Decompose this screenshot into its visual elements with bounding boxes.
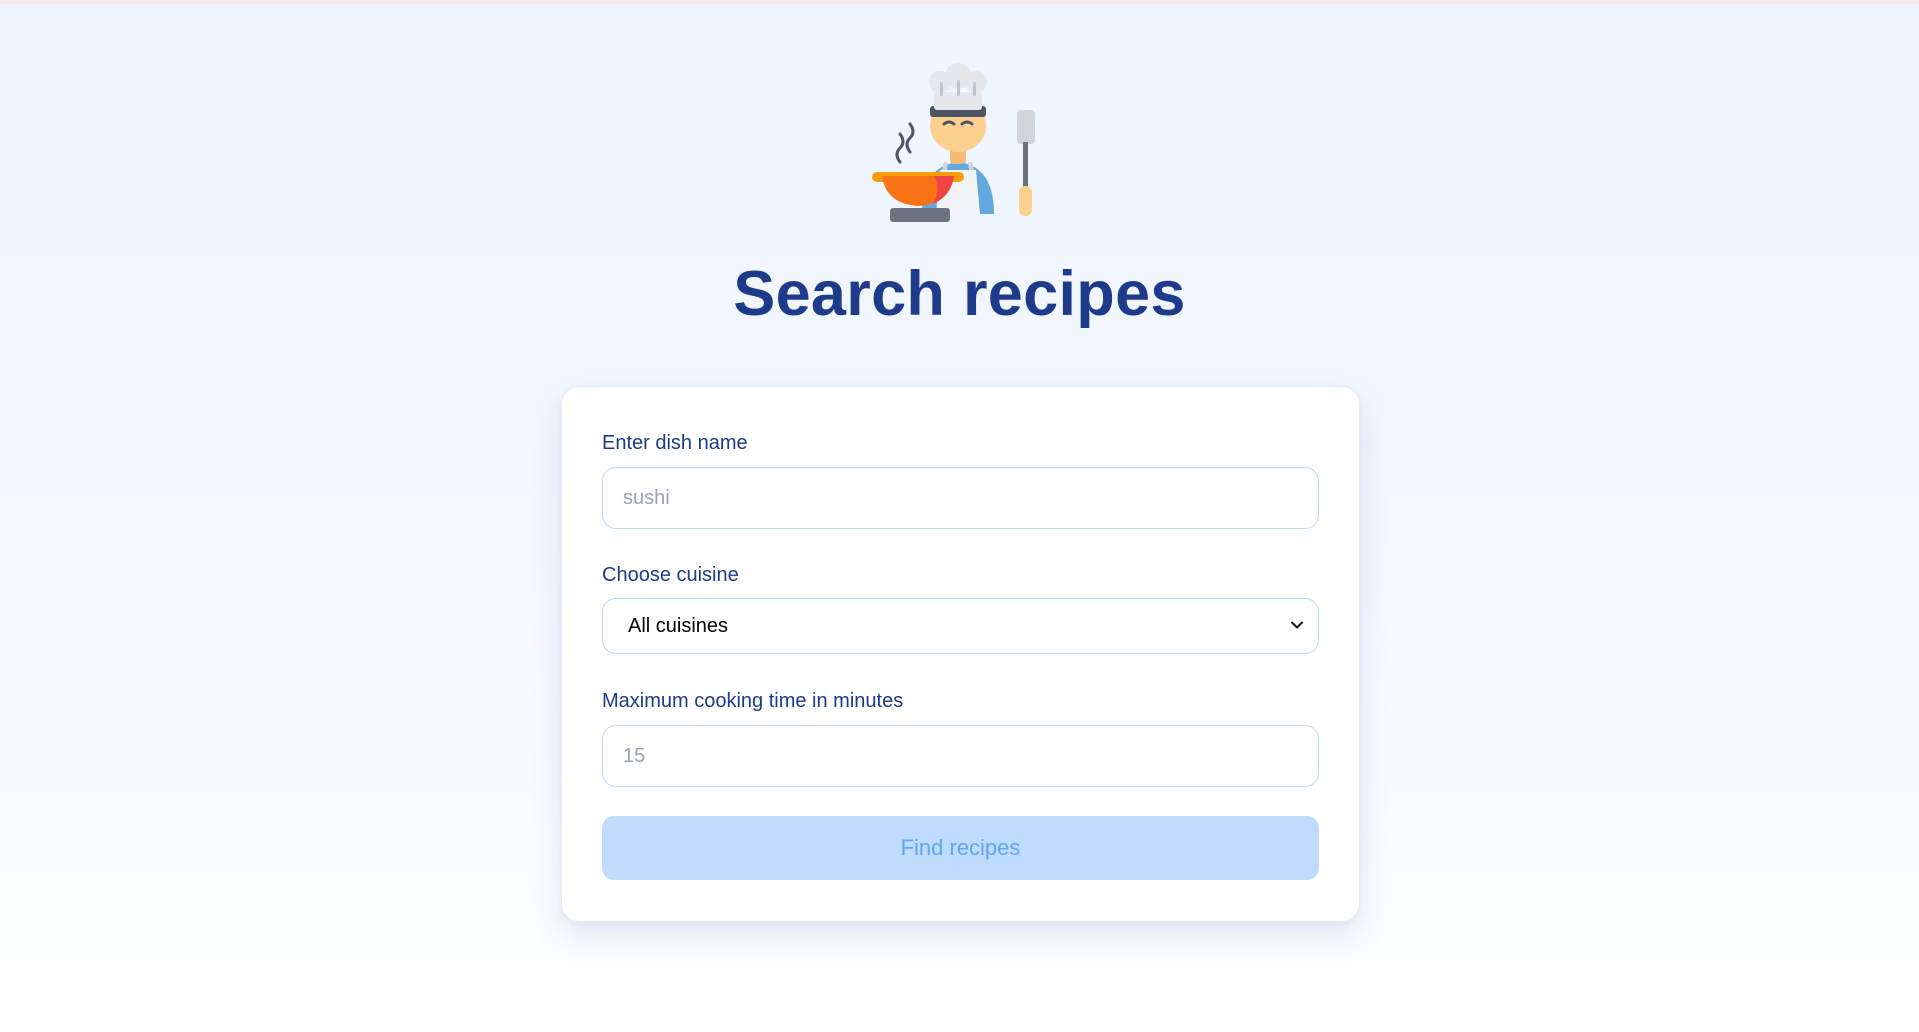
cooking-time-label: Maximum cooking time in minutes bbox=[602, 690, 904, 712]
cuisine-label: Choose cuisine bbox=[602, 564, 739, 586]
find-recipes-button[interactable]: Find recipes bbox=[602, 816, 1319, 880]
top-border bbox=[0, 0, 1919, 4]
page-title: Search recipes bbox=[733, 259, 1186, 329]
cuisine-select[interactable]: All cuisines bbox=[602, 598, 1319, 654]
chevron-down-icon bbox=[1290, 618, 1304, 632]
cuisine-selected-value: All cuisines bbox=[628, 615, 729, 637]
dish-name-input[interactable] bbox=[602, 467, 1319, 529]
cooking-time-input[interactable] bbox=[602, 725, 1319, 787]
dish-name-label: Enter dish name bbox=[602, 432, 748, 454]
chef-cooking-icon bbox=[872, 62, 1044, 234]
search-form-card: Enter dish name Choose cuisine All cuisi… bbox=[561, 386, 1360, 922]
